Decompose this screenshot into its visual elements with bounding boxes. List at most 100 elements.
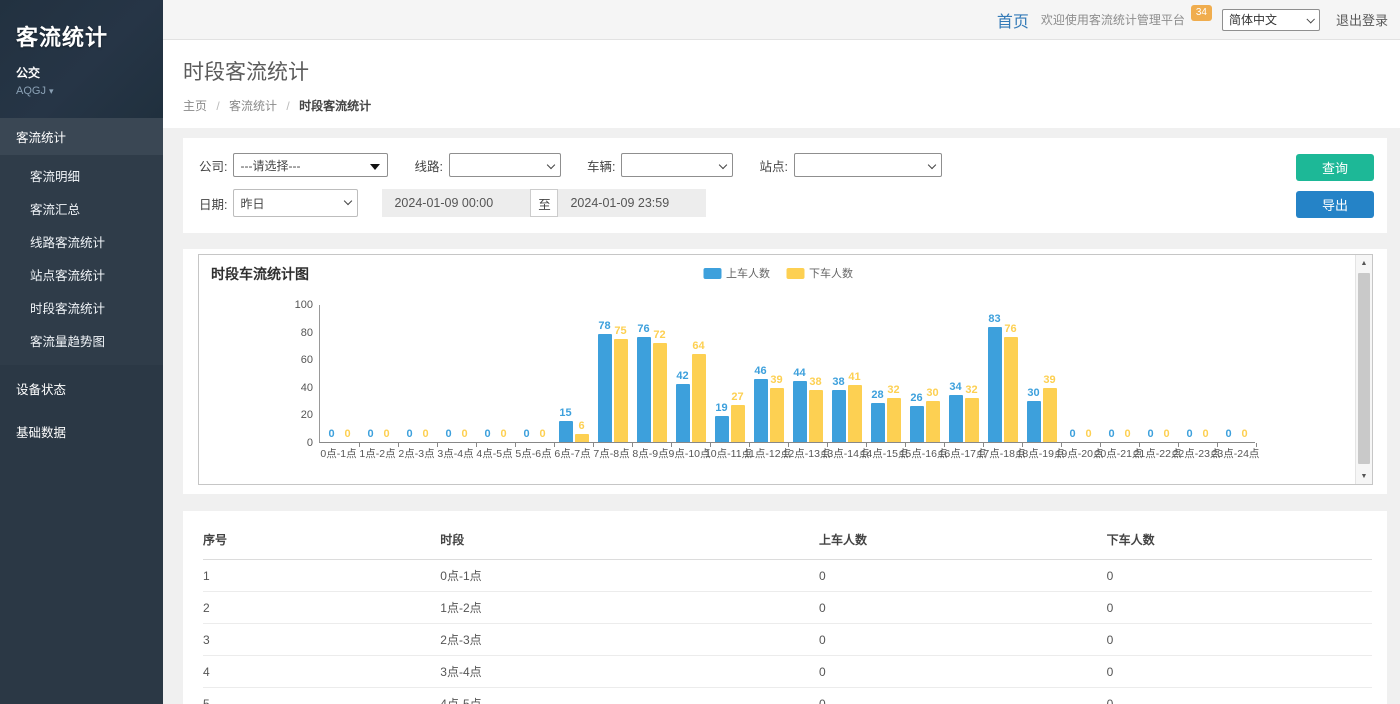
table-cell: 0 <box>819 624 1107 656</box>
bar-value-label: 0 <box>406 428 412 440</box>
breadcrumb: 主页 / 客流统计 / 时段客流统计 <box>183 97 1380 114</box>
sidebar-section-device-status[interactable]: 设备状态 <box>0 369 163 408</box>
breadcrumb-home[interactable]: 主页 <box>183 99 207 113</box>
sidebar-item-trend-chart[interactable]: 客流量趋势图 <box>0 324 163 357</box>
home-link[interactable]: 首页 <box>997 8 1029 32</box>
chevron-down-icon <box>719 161 727 169</box>
x-axis-tick-label: 14点-15点 <box>865 446 904 461</box>
chart-scrollbar[interactable]: ▲ ▼ <box>1355 255 1372 484</box>
sidebar-item-passenger-detail[interactable]: 客流明细 <box>0 159 163 192</box>
x-axis-tick-label: 12点-13点 <box>787 446 826 461</box>
table-cell: 0 <box>1107 624 1372 656</box>
chart-bar: 39 <box>1043 388 1057 442</box>
line-select[interactable] <box>449 153 561 177</box>
table-cell: 0 <box>819 656 1107 688</box>
date-from-field[interactable]: 2024-01-09 00:00 <box>382 189 530 217</box>
chart-bar: 44 <box>793 381 807 442</box>
chart-bar-group: 00 <box>1178 305 1217 442</box>
chart-title: 时段车流统计图 <box>211 264 309 284</box>
bar-value-label: 0 <box>383 428 389 440</box>
bar-value-label: 39 <box>1043 374 1055 386</box>
bar-value-label: 32 <box>887 384 899 396</box>
date-to-field[interactable]: 2024-01-09 23:59 <box>558 189 706 217</box>
org-selector[interactable]: AQGJ ▾ <box>16 85 147 97</box>
chart-bar: 39 <box>770 388 784 442</box>
chart-bar: 76 <box>1004 337 1018 442</box>
data-table-panel: 序号 时段 上车人数 下车人数 10点-1点0021点-2点0032点-3点00… <box>183 511 1387 704</box>
bar-value-label: 0 <box>500 428 506 440</box>
company-select[interactable]: ---请选择--- <box>233 153 388 177</box>
bar-value-label: 0 <box>523 428 529 440</box>
bar-value-label: 83 <box>988 313 1000 325</box>
col-header-index: 序号 <box>203 523 440 560</box>
line-filter-group: 线路: <box>414 153 560 177</box>
x-axis-tick-label: 0点-1点 <box>319 446 358 461</box>
x-axis-tick-label: 9点-10点 <box>670 446 709 461</box>
legend-item-boarding[interactable]: 上车人数 <box>703 265 770 281</box>
org-name: 公交 <box>16 64 147 81</box>
export-button[interactable]: 导出 <box>1296 191 1374 218</box>
legend-label-boarding: 上车人数 <box>726 265 770 281</box>
vehicle-filter-group: 车辆: <box>587 153 733 177</box>
period-stats-table: 序号 时段 上车人数 下车人数 10点-1点0021点-2点0032点-3点00… <box>203 523 1372 704</box>
chart-bar-group: 30 39 <box>1022 305 1061 442</box>
bar-value-label: 32 <box>965 384 977 396</box>
sidebar-item-line-stats[interactable]: 线路客流统计 <box>0 225 163 258</box>
sidebar-item-period-stats[interactable]: 时段客流统计 <box>0 291 163 324</box>
chart-bar-group: 4639 <box>749 305 788 442</box>
sidebar-section-base-data[interactable]: 基础数据 <box>0 412 163 451</box>
scrollbar-thumb[interactable] <box>1358 273 1370 464</box>
sidebar-item-station-stats[interactable]: 站点客流统计 <box>0 258 163 291</box>
chart-bar-group: 83 76 <box>983 305 1022 442</box>
vehicle-label: 车辆: <box>587 156 615 175</box>
bar-value-label: 19 <box>715 402 727 414</box>
table-cell: 0 <box>819 560 1107 592</box>
bar-value-label: 30 <box>1027 387 1039 399</box>
page-head: 时段客流统计 主页 / 客流统计 / 时段客流统计 <box>163 40 1400 128</box>
chart-bar-group: 7672 <box>632 305 671 442</box>
station-select[interactable] <box>794 153 942 177</box>
query-button[interactable]: 查询 <box>1296 154 1374 181</box>
date-label: 日期: <box>199 194 227 213</box>
chart-plot: 0000000000001567875767242641927463944383… <box>319 305 1255 443</box>
x-axis-tick-label: 11点-12点 <box>748 446 787 461</box>
app-title: 客流统计 <box>16 20 147 52</box>
x-axis-tick-label: 3点-4点 <box>436 446 475 461</box>
x-axis-tick-label: 23点-24点 <box>1216 446 1255 461</box>
date-filter-group: 日期: 昨日 <box>199 189 358 217</box>
chart-bar: 19 <box>715 416 729 442</box>
vehicle-select[interactable] <box>621 153 733 177</box>
legend-label-alighting: 下车人数 <box>809 265 853 281</box>
chart-bar-group: 00 <box>359 305 398 442</box>
table-cell: 0 <box>1107 688 1372 704</box>
chart-bar-group: 7875 <box>593 305 632 442</box>
bar-value-label: 0 <box>1202 428 1208 440</box>
chevron-down-icon <box>344 197 352 205</box>
table-header-row: 序号 时段 上车人数 下车人数 <box>203 523 1372 560</box>
table-cell: 2点-3点 <box>440 624 819 656</box>
content: 公司: ---请选择--- 线路: 车辆: <box>163 128 1400 704</box>
chart-bar: 15 <box>559 421 573 442</box>
bar-value-label: 0 <box>367 428 373 440</box>
x-axis-tick-label: 8点-9点 <box>631 446 670 461</box>
language-select[interactable]: 简体中文 <box>1222 9 1320 31</box>
chart-bar: 75 <box>614 339 628 443</box>
bar-value-label: 0 <box>445 428 451 440</box>
sidebar-item-passenger-summary[interactable]: 客流汇总 <box>0 192 163 225</box>
legend-item-alighting[interactable]: 下车人数 <box>786 265 853 281</box>
bar-value-label: 0 <box>1085 428 1091 440</box>
table-body: 10点-1点0021点-2点0032点-3点0043点-4点0054点-5点00… <box>203 560 1372 704</box>
scroll-down-icon[interactable]: ▼ <box>1356 468 1372 484</box>
chart-bar: 27 <box>731 405 745 442</box>
table-cell: 0 <box>819 688 1107 704</box>
scroll-up-icon[interactable]: ▲ <box>1356 255 1372 271</box>
table-cell: 4点-5点 <box>440 688 819 704</box>
station-label: 站点: <box>759 156 787 175</box>
sidebar-section-passenger-stats[interactable]: 客流统计 <box>0 118 163 155</box>
chart-bar-group: 4264 <box>671 305 710 442</box>
bar-value-label: 0 <box>1124 428 1130 440</box>
breadcrumb-passenger-stats[interactable]: 客流统计 <box>229 99 277 113</box>
logout-link[interactable]: 退出登录 <box>1336 10 1388 29</box>
x-axis-tick-label: 19点-20点 <box>1060 446 1099 461</box>
date-preset-select[interactable]: 昨日 <box>233 189 358 217</box>
